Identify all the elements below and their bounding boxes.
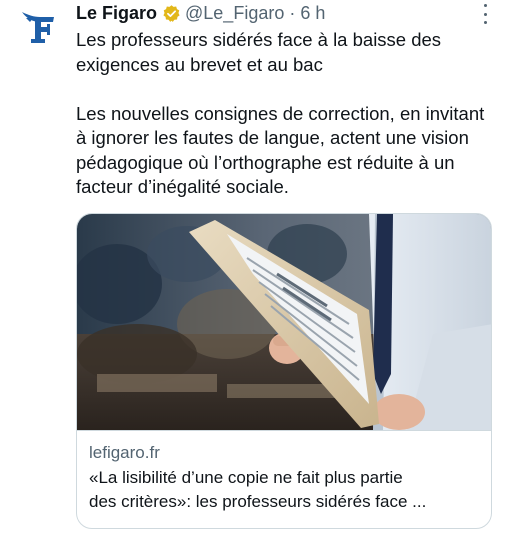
- more-options-icon[interactable]: [482, 4, 488, 24]
- dot: [483, 4, 487, 7]
- tweet-timestamp[interactable]: 6 h: [300, 3, 325, 24]
- card-title-line-2: des critères»: les professeurs sidérés f…: [89, 492, 427, 511]
- link-preview-card[interactable]: lefigaro.fr «La lisibilité d’une copie n…: [76, 213, 492, 529]
- dot: [483, 12, 487, 16]
- teacher-exam-photo-icon: [77, 214, 491, 430]
- tweet-paragraph-headline: Les professeurs sidérés face à la baisse…: [76, 29, 442, 75]
- tweet-text: Les professeurs sidérés face à la baisse…: [76, 28, 492, 200]
- dot: [483, 21, 487, 24]
- card-domain: lefigaro.fr: [89, 443, 160, 462]
- tweet[interactable]: Le Figaro @Le_Figaro · 6 h Les professeu…: [0, 0, 508, 540]
- verified-badge-icon[interactable]: [162, 4, 181, 23]
- tweet-paragraph-body: Les nouvelles consignes de correction, e…: [76, 102, 485, 198]
- card-text[interactable]: lefigaro.fr «La lisibilité d’une copie n…: [77, 430, 491, 528]
- separator-dot: ·: [289, 2, 296, 23]
- le-figaro-logo-icon[interactable]: [18, 6, 58, 46]
- card-title-line-1: «La lisibilité d’une copie ne fait plus …: [89, 468, 403, 487]
- author-name[interactable]: Le Figaro: [76, 3, 157, 24]
- author-handle[interactable]: @Le_Figaro: [185, 3, 284, 24]
- tweet-header: Le Figaro @Le_Figaro · 6 h: [76, 0, 325, 26]
- card-image[interactable]: [77, 214, 491, 430]
